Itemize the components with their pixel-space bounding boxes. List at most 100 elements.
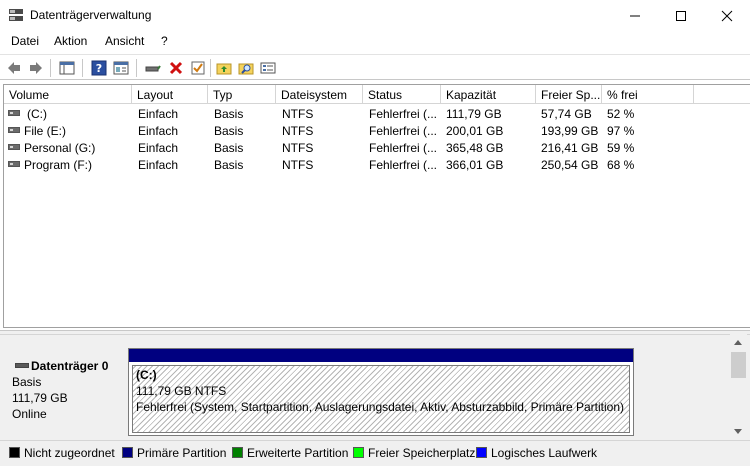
cell-freier-speicher: 57,74 GB — [541, 107, 592, 121]
properties-view-icon — [113, 61, 129, 75]
settings-panel-icon — [260, 62, 276, 74]
legend-swatch — [122, 447, 133, 458]
connect-drive-icon — [145, 65, 161, 72]
volume-icon — [8, 110, 20, 116]
column-header-typ[interactable]: Typ — [208, 85, 276, 104]
cell-layout: Einfach — [138, 124, 179, 138]
maximize-button[interactable] — [658, 0, 704, 31]
window-title: Datenträgerverwaltung — [30, 8, 152, 22]
column-header-volume[interactable]: Volume — [4, 85, 132, 104]
back-arrow-icon — [8, 62, 20, 74]
toolbar-separator — [82, 59, 83, 77]
cell-typ: Basis — [214, 158, 244, 172]
legend-label: Logisches Laufwerk — [491, 446, 598, 460]
menu-help[interactable]: ? — [161, 34, 168, 48]
settings-panel-button[interactable] — [258, 58, 278, 78]
table-row[interactable]: Program (F:) Einfach Basis NTFS Fehlerfr… — [4, 156, 750, 173]
folder-up-icon — [216, 63, 232, 75]
cell-prozent-frei: 52 % — [607, 107, 635, 121]
column-header-freier-speicher[interactable]: Freier Sp... — [536, 85, 602, 104]
partition-title: (C:) — [136, 368, 157, 382]
cell-kapazitaet: 111,79 GB — [446, 107, 502, 121]
disk-view-scrollbar[interactable] — [730, 334, 747, 440]
legend-label: Primäre Partition — [137, 446, 227, 460]
cell-typ: Basis — [214, 124, 244, 138]
legend-label: Erweiterte Partition — [247, 446, 349, 460]
legend-swatch — [476, 447, 487, 458]
cell-dateisystem: NTFS — [282, 107, 314, 121]
cell-freier-speicher: 216,41 GB — [541, 141, 599, 155]
folder-up-button[interactable] — [214, 58, 234, 78]
scrollbar-thumb[interactable] — [731, 352, 746, 378]
volume-list-header: Volume Layout Typ Dateisystem Status Kap… — [4, 85, 750, 104]
column-header-layout[interactable]: Layout — [132, 85, 208, 104]
console-tree-button[interactable] — [57, 58, 77, 78]
connect-drive-button[interactable] — [143, 58, 163, 78]
legend-bar: Nicht zugeordnet Primäre Partition Erwei… — [0, 440, 750, 466]
forward-arrow-icon — [30, 62, 42, 74]
cell-prozent-frei: 59 % — [607, 141, 635, 155]
scroll-up-icon[interactable] — [734, 340, 742, 345]
volume-icon — [8, 127, 20, 133]
toolbar-separator — [210, 59, 211, 77]
console-tree-icon — [59, 61, 75, 75]
cell-status: Fehlerfrei (... — [369, 107, 438, 121]
cell-volume: (C:) — [27, 107, 47, 121]
cell-kapazitaet: 366,01 GB — [446, 158, 504, 172]
close-button[interactable] — [704, 0, 750, 31]
help-button[interactable]: ? — [89, 58, 109, 78]
cell-typ: Basis — [214, 107, 244, 121]
column-header-status[interactable]: Status — [363, 85, 441, 104]
scroll-down-icon[interactable] — [734, 429, 742, 434]
table-row[interactable]: Personal (G:) Einfach Basis NTFS Fehlerf… — [4, 139, 750, 156]
delete-button[interactable] — [166, 58, 186, 78]
close-icon — [721, 10, 733, 22]
legend-swatch — [353, 447, 364, 458]
forward-button[interactable] — [26, 58, 46, 78]
back-button[interactable] — [4, 58, 24, 78]
menu-aktion[interactable]: Aktion — [54, 34, 87, 48]
disk-management-app-icon — [8, 8, 24, 22]
volume-icon — [8, 144, 20, 150]
partition-size-fs: 111,79 GB NTFS — [136, 384, 227, 398]
checklist-button[interactable] — [188, 58, 208, 78]
cell-dateisystem: NTFS — [282, 158, 314, 172]
minimize-button[interactable] — [612, 0, 658, 31]
legend-label: Freier Speicherplatz — [368, 446, 476, 460]
table-row[interactable]: File (E:) Einfach Basis NTFS Fehlerfrei … — [4, 122, 750, 139]
cell-dateisystem: NTFS — [282, 124, 314, 138]
toolbar-separator — [136, 59, 137, 77]
disk-management-window: Datenträgerverwaltung Datei Aktion Ansic… — [0, 0, 750, 466]
disk-label[interactable]: Datenträger 0 Basis 111,79 GB Online — [4, 345, 124, 435]
maximize-icon — [676, 11, 686, 21]
cell-volume: Program (F:) — [24, 158, 93, 172]
checklist-icon — [191, 61, 205, 75]
disk-icon — [15, 363, 29, 368]
cell-prozent-frei: 68 % — [607, 158, 635, 172]
menu-datei[interactable]: Datei — [11, 34, 39, 48]
minimize-icon — [630, 15, 640, 17]
column-header-kapazitaet[interactable]: Kapazität — [441, 85, 536, 104]
properties-view-button[interactable] — [111, 58, 131, 78]
cell-layout: Einfach — [138, 107, 179, 121]
partition-c[interactable]: (C:) 111,79 GB NTFS Fehlerfrei (System, … — [128, 348, 634, 436]
search-folder-button[interactable] — [236, 58, 256, 78]
menu-ansicht[interactable]: Ansicht — [105, 34, 144, 48]
toolbar: ? — [0, 54, 750, 80]
cell-status: Fehlerfrei (... — [369, 158, 438, 172]
column-header-dateisystem[interactable]: Dateisystem — [276, 85, 363, 104]
search-folder-icon — [238, 63, 254, 75]
partition-body: (C:) 111,79 GB NTFS Fehlerfrei (System, … — [132, 365, 630, 433]
toolbar-separator — [50, 59, 51, 77]
table-row[interactable]: (C:) Einfach Basis NTFS Fehlerfrei (... … — [4, 105, 750, 122]
disk-graphical-view: Datenträger 0 Basis 111,79 GB Online (C:… — [0, 334, 750, 440]
cell-kapazitaet: 365,48 GB — [446, 141, 504, 155]
column-header-prozent-frei[interactable]: % frei — [602, 85, 694, 104]
delete-icon — [169, 61, 183, 75]
disk-type: Basis — [12, 375, 42, 389]
volume-icon — [8, 161, 20, 167]
legend-swatch — [9, 447, 20, 458]
help-icon: ? — [91, 60, 107, 76]
cell-status: Fehlerfrei (... — [369, 141, 438, 155]
volume-list[interactable]: Volume Layout Typ Dateisystem Status Kap… — [3, 84, 750, 328]
